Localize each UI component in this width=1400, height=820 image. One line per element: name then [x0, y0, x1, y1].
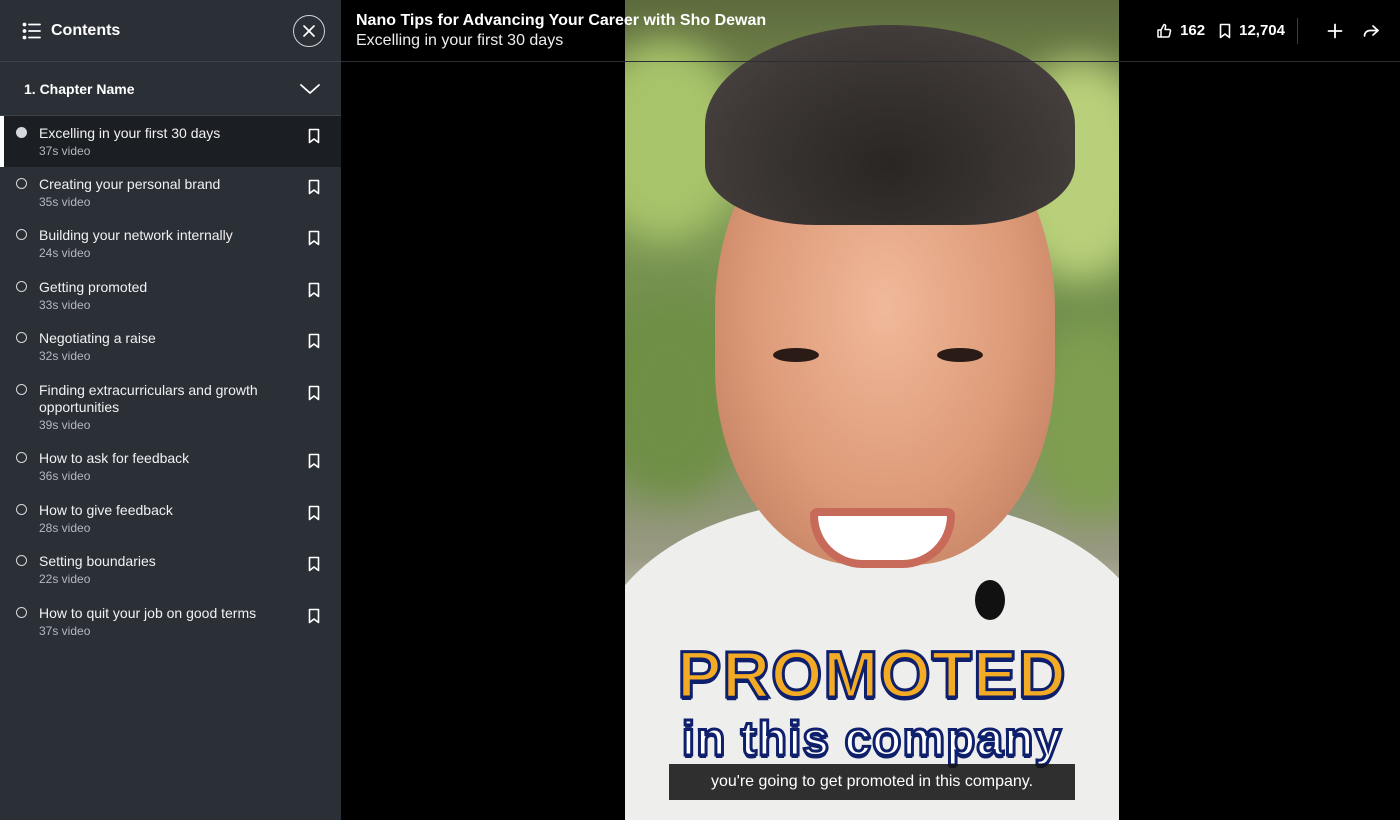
item-title: Excelling in your first 30 days: [39, 125, 221, 141]
save-count: 12,704: [1239, 22, 1285, 39]
item-title: Building your network internally: [39, 227, 233, 243]
video-title: Excelling in your first 30 days: [356, 31, 564, 49]
bookmark-icon[interactable]: [307, 230, 321, 246]
chapter-name: 1. Chapter Name: [24, 80, 135, 97]
plus-icon: [1327, 23, 1343, 38]
sidebar-title: Contents: [51, 21, 121, 39]
item-duration: 22s video: [39, 572, 91, 586]
item-title: Setting boundaries: [39, 553, 156, 569]
header-divider: [1297, 17, 1298, 44]
burned-caption-line1: PROMOTED: [676, 636, 1067, 713]
item-title: How to ask for feedback: [39, 450, 190, 466]
status-indicator: [16, 384, 27, 395]
item-title: How to quit your job on good terms: [39, 605, 257, 621]
add-button[interactable]: [1322, 18, 1348, 44]
like-button[interactable]: 162: [1156, 22, 1205, 39]
contents-sidebar: Contents 1. Chapter Name Excelling in yo…: [0, 0, 341, 820]
chevron-down-icon[interactable]: [299, 82, 321, 96]
item-duration: 28s video: [39, 521, 91, 535]
item-title: Negotiating a raise: [39, 330, 156, 346]
bookmark-icon: [1219, 23, 1231, 38]
list-item[interactable]: Setting boundaries 22s video: [0, 544, 341, 596]
status-indicator: [16, 229, 27, 240]
list-item[interactable]: Getting promoted 33s video: [0, 270, 341, 321]
status-indicator: [16, 127, 27, 138]
save-button[interactable]: 12,704: [1219, 22, 1285, 39]
bookmark-icon[interactable]: [307, 282, 321, 298]
status-indicator: [16, 504, 27, 515]
item-duration: 36s video: [39, 469, 91, 483]
close-sidebar-button[interactable]: [293, 14, 325, 47]
subtitle-text: you're going to get promoted in this com…: [669, 764, 1075, 800]
bookmark-icon[interactable]: [307, 608, 321, 624]
chapter-header[interactable]: 1. Chapter Name: [0, 62, 341, 116]
share-button[interactable]: [1358, 18, 1384, 44]
list-item[interactable]: Excelling in your first 30 days 37s video: [0, 116, 341, 167]
burned-caption-line2: in this company: [680, 712, 1063, 768]
item-duration: 35s video: [39, 195, 91, 209]
item-duration: 39s video: [39, 418, 91, 432]
item-duration: 33s video: [39, 298, 91, 312]
list-item[interactable]: Finding extracurriculars and growth oppo…: [0, 373, 341, 441]
status-indicator: [16, 332, 27, 343]
like-count: 162: [1180, 22, 1206, 39]
list-icon: [22, 21, 42, 41]
bookmark-icon[interactable]: [307, 556, 321, 572]
video-header: Nano Tips for Advancing Your Career with…: [341, 0, 1400, 62]
status-indicator: [16, 452, 27, 463]
header-actions: 162 12,704: [1142, 17, 1384, 44]
item-title: How to give feedback: [39, 502, 173, 518]
status-indicator: [16, 607, 27, 618]
video-frame[interactable]: PROMOTED in this company: [625, 0, 1119, 820]
close-icon: [303, 24, 315, 37]
item-title: Creating your personal brand: [39, 176, 221, 192]
eye: [937, 348, 983, 362]
list-item[interactable]: How to quit your job on good terms 37s vi…: [0, 596, 341, 647]
eye: [773, 348, 819, 362]
list-item[interactable]: Negotiating a raise 32s video: [0, 321, 341, 373]
bookmark-icon[interactable]: [307, 453, 321, 469]
list-item[interactable]: How to give feedback 28s video: [0, 493, 341, 544]
status-indicator: [16, 178, 27, 189]
item-title: Finding extracurriculars and growth oppo…: [39, 382, 258, 415]
item-duration: 32s video: [39, 349, 91, 363]
bookmark-icon[interactable]: [307, 505, 321, 521]
thumbs-up-icon: [1157, 23, 1172, 38]
bookmark-icon[interactable]: [307, 385, 321, 401]
course-title: Nano Tips for Advancing Your Career with…: [356, 11, 767, 29]
list-item[interactable]: Building your network internally 24s vide…: [0, 218, 341, 270]
bookmark-icon[interactable]: [307, 179, 321, 195]
share-icon: [1363, 24, 1379, 37]
bookmark-icon[interactable]: [307, 333, 321, 349]
status-indicator: [16, 555, 27, 566]
status-indicator: [16, 281, 27, 292]
bookmark-icon[interactable]: [307, 128, 321, 144]
sidebar-header: Contents: [0, 0, 341, 62]
item-duration: 37s video: [39, 144, 91, 158]
item-duration: 24s video: [39, 246, 91, 260]
lapel-mic: [975, 580, 1005, 620]
item-title: Getting promoted: [39, 279, 148, 295]
list-item[interactable]: How to ask for feedback 36s video: [0, 441, 341, 493]
item-duration: 37s video: [39, 624, 91, 638]
video-list: Excelling in your first 30 days 37s video…: [0, 116, 341, 647]
list-item[interactable]: Creating your personal brand 35s video: [0, 167, 341, 218]
video-player[interactable]: PROMOTED in this company you're going to…: [341, 0, 1400, 820]
